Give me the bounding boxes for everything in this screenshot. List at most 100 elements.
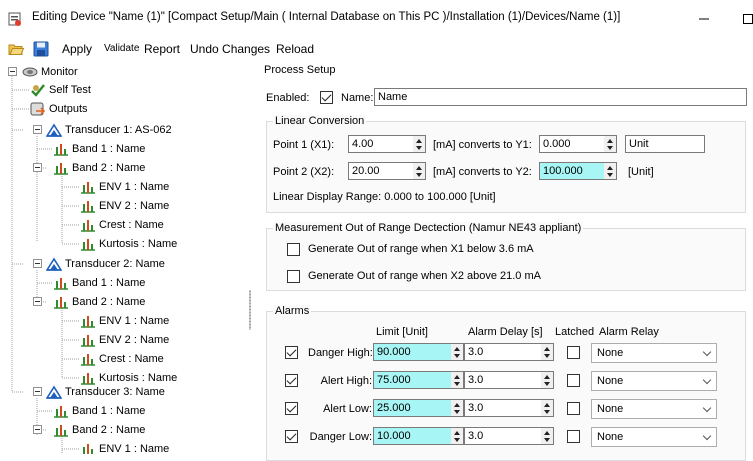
- danger-low-latched-checkbox[interactable]: [567, 430, 580, 443]
- alert-high-enable-checkbox[interactable]: [285, 374, 298, 387]
- spin-buttons[interactable]: [413, 162, 426, 180]
- point1-y-stepper[interactable]: 0.000: [539, 135, 617, 153]
- spin-down-icon[interactable]: [454, 382, 460, 386]
- unit-input[interactable]: Unit: [625, 135, 705, 153]
- tree-item-band-1[interactable]: Band 1 : Name: [53, 140, 145, 158]
- spin-buttons[interactable]: [451, 343, 464, 361]
- spin-buttons[interactable]: [451, 427, 464, 445]
- point1-x-stepper[interactable]: 4.00: [348, 135, 426, 153]
- alert-low-limit-stepper[interactable]: 25.000: [373, 399, 464, 417]
- collapse-toggle[interactable]: [33, 425, 42, 434]
- alert-low-enable-checkbox[interactable]: [285, 402, 298, 415]
- point1-y-value[interactable]: 0.000: [539, 135, 605, 153]
- point1-x-value[interactable]: 4.00: [348, 135, 414, 153]
- spin-up-icon[interactable]: [607, 166, 613, 170]
- danger-low-enable-checkbox[interactable]: [285, 430, 298, 443]
- undo-changes-button[interactable]: Undo Changes: [190, 42, 270, 56]
- collapse-toggle[interactable]: [33, 297, 42, 306]
- tree-item-band-2[interactable]: Band 2 : Name: [48, 159, 145, 177]
- tree-item-env-1[interactable]: ENV 1 : Name: [80, 312, 169, 330]
- danger-low-delay[interactable]: 3.0: [464, 427, 542, 445]
- name-input[interactable]: Name: [374, 88, 747, 106]
- above-range-checkbox[interactable]: [287, 270, 300, 283]
- danger-high-enable-checkbox[interactable]: [285, 346, 298, 359]
- spin-buttons[interactable]: [451, 371, 464, 389]
- spin-down-icon[interactable]: [454, 438, 460, 442]
- tree-item-band-1[interactable]: Band 1 : Name: [53, 402, 145, 420]
- spin-buttons[interactable]: [413, 135, 426, 153]
- danger-high-latched-checkbox[interactable]: [567, 346, 580, 359]
- tree-item-crest[interactable]: Crest : Name: [80, 350, 164, 368]
- spin-buttons[interactable]: [451, 399, 464, 417]
- report-button[interactable]: Report: [144, 42, 180, 56]
- tree-item-env-2[interactable]: ENV 2 : Name: [80, 331, 169, 349]
- danger-high-relay-select[interactable]: None: [591, 343, 717, 363]
- alert-low-latched-checkbox[interactable]: [567, 402, 580, 415]
- spin-buttons[interactable]: [541, 399, 554, 417]
- tree-item-env-1[interactable]: ENV 1 : Name: [80, 440, 169, 454]
- open-folder-icon[interactable]: [8, 41, 24, 57]
- danger-low-limit-stepper[interactable]: 10.000: [373, 427, 464, 445]
- collapse-toggle[interactable]: [8, 67, 17, 76]
- alert-low-relay-select[interactable]: None: [591, 399, 717, 419]
- tree-item-band-1[interactable]: Band 1 : Name: [53, 274, 145, 292]
- spin-down-icon[interactable]: [454, 410, 460, 414]
- alert-high-delay-stepper[interactable]: 3.0: [464, 371, 554, 389]
- spin-down-icon[interactable]: [416, 146, 422, 150]
- alert-low-delay-stepper[interactable]: 3.0: [464, 399, 554, 417]
- spin-buttons[interactable]: [541, 371, 554, 389]
- alert-high-limit[interactable]: 75.000: [373, 371, 452, 389]
- danger-low-limit[interactable]: 10.000: [373, 427, 452, 445]
- spin-buttons[interactable]: [604, 135, 617, 153]
- minimize-icon[interactable]: [698, 13, 710, 25]
- spin-down-icon[interactable]: [544, 438, 550, 442]
- alert-low-delay[interactable]: 3.0: [464, 399, 542, 417]
- alert-high-limit-stepper[interactable]: 75.000: [373, 371, 464, 389]
- spin-up-icon[interactable]: [454, 403, 460, 407]
- spin-down-icon[interactable]: [544, 382, 550, 386]
- spin-down-icon[interactable]: [544, 354, 550, 358]
- apply-button[interactable]: Apply: [62, 42, 92, 56]
- spin-up-icon[interactable]: [416, 166, 422, 170]
- collapse-toggle[interactable]: [33, 163, 42, 172]
- danger-low-relay-select[interactable]: None: [591, 427, 717, 447]
- alert-high-latched-checkbox[interactable]: [567, 374, 580, 387]
- spin-up-icon[interactable]: [416, 139, 422, 143]
- spin-up-icon[interactable]: [454, 431, 460, 435]
- danger-low-delay-stepper[interactable]: 3.0: [464, 427, 554, 445]
- splitter[interactable]: [248, 62, 256, 454]
- splitter-grip[interactable]: [249, 290, 251, 330]
- validate-button[interactable]: Validate: [104, 43, 139, 54]
- tree-item-env-2[interactable]: ENV 2 : Name: [80, 197, 169, 215]
- spin-up-icon[interactable]: [544, 431, 550, 435]
- enabled-checkbox[interactable]: [320, 91, 333, 104]
- point2-y-stepper[interactable]: 100.000: [539, 162, 617, 180]
- tree-item-outputs[interactable]: Outputs: [30, 100, 88, 118]
- danger-high-limit[interactable]: 90.000: [373, 343, 452, 361]
- alert-low-limit[interactable]: 25.000: [373, 399, 452, 417]
- spin-up-icon[interactable]: [607, 139, 613, 143]
- maximize-icon[interactable]: [742, 13, 753, 25]
- spin-down-icon[interactable]: [607, 173, 613, 177]
- spin-down-icon[interactable]: [544, 410, 550, 414]
- below-range-checkbox[interactable]: [287, 243, 300, 256]
- tree-item-band-2[interactable]: Band 2 : Name: [48, 293, 145, 311]
- danger-high-delay-stepper[interactable]: 3.0: [464, 343, 554, 361]
- point2-y-value[interactable]: 100.000: [539, 162, 605, 180]
- point2-x-value[interactable]: 20.00: [348, 162, 414, 180]
- spin-up-icon[interactable]: [544, 403, 550, 407]
- point2-x-stepper[interactable]: 20.00: [348, 162, 426, 180]
- spin-down-icon[interactable]: [416, 173, 422, 177]
- tree-item-transducer-2[interactable]: Transducer 2: Name: [24, 255, 165, 273]
- tree-item-transducer-3[interactable]: Transducer 3: Name: [24, 383, 165, 401]
- spin-up-icon[interactable]: [454, 375, 460, 379]
- danger-high-delay[interactable]: 3.0: [464, 343, 542, 361]
- tree-item-band-2[interactable]: Band 2 : Name: [48, 421, 145, 439]
- save-icon[interactable]: [33, 41, 49, 57]
- spin-up-icon[interactable]: [544, 375, 550, 379]
- tree-item-crest[interactable]: Crest : Name: [80, 216, 164, 234]
- alert-high-delay[interactable]: 3.0: [464, 371, 542, 389]
- reload-button[interactable]: Reload: [276, 42, 314, 56]
- spin-down-icon[interactable]: [607, 146, 613, 150]
- tree-item-self-test[interactable]: Self Test: [30, 81, 91, 99]
